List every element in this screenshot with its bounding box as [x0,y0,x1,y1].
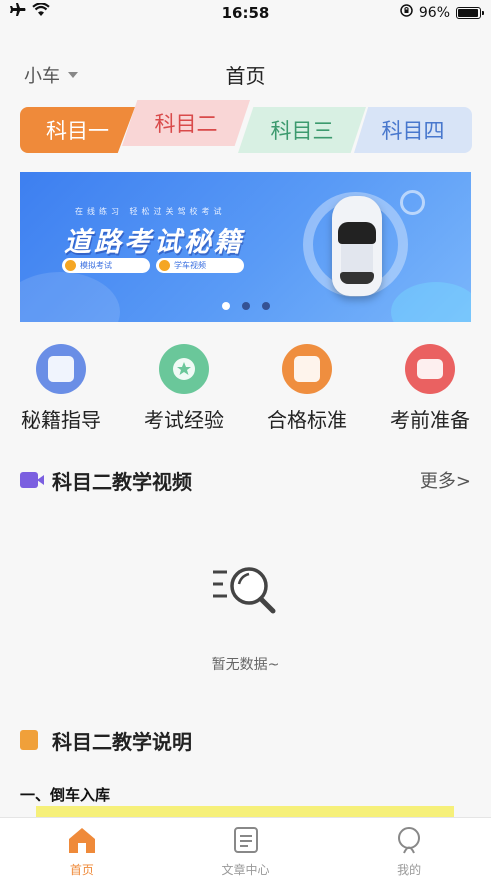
document-icon [20,730,38,750]
tab-subject-4[interactable]: 科目四 [354,107,472,153]
tab-mine[interactable]: 我的 [327,818,491,877]
quick-entry-tips[interactable]: 秘籍指导 [0,340,122,433]
tab-label: 科目四 [381,119,445,143]
more-link[interactable]: 更多> [420,467,471,493]
subject-tabs: 科目一 科目二 科目三 科目四 [20,100,472,155]
quick-entry-experience[interactable]: 考试经验 [123,340,245,433]
banner-pill-video: 学车视频 [156,258,244,273]
banner-subtitle: 在线练习 轻松过关驾校考试 [75,207,226,216]
section-title: 科目二教学说明 [52,729,192,754]
status-right: 96% [400,4,484,21]
carousel-dot[interactable] [241,302,250,310]
tab-label: 首页 [69,863,94,877]
quick-entry-label: 合格标准 [267,408,347,432]
empty-state: 暂无数据~ [0,560,491,674]
tab-home[interactable]: 首页 [0,818,164,877]
play-icon [159,260,170,271]
monitor-icon [405,344,455,394]
tab-label: 文章中心 [221,863,270,877]
tab-subject-2[interactable]: 科目二 [122,100,250,146]
quick-entry-label: 考前准备 [390,408,470,432]
quick-entry-label: 考试经验 [144,408,224,432]
guide-item-title: 一、倒车入库 [20,786,111,804]
banner-title: 道路考试秘籍 [64,227,244,258]
document-icon [282,344,332,394]
tab-label: 我的 [397,863,422,877]
page-title: 首页 [225,64,266,88]
banner-pill-mock-exam: 模拟考试 [62,258,150,273]
quick-entry-standard[interactable]: 合格标准 [246,340,368,433]
book-icon [36,344,86,394]
car-illustration [332,196,382,296]
tab-subject-3[interactable]: 科目三 [238,107,366,153]
empty-text: 暂无数据~ [211,657,280,673]
user-icon [398,827,421,854]
carousel-indicator [20,302,471,310]
tab-subject-1[interactable]: 科目一 [20,107,135,153]
orientation-lock-icon [400,4,413,21]
quick-entries: 秘籍指导 考试经验 合格标准 考前准备 [0,340,491,435]
quick-entry-preparation[interactable]: 考前准备 [369,340,491,433]
banner-ring [400,190,425,215]
location-icon [65,260,76,271]
battery-percent: 96% [418,4,450,21]
star-icon [159,344,209,394]
quick-entry-label: 秘籍指导 [21,408,101,432]
video-icon [20,472,44,488]
home-icon [68,828,95,853]
pill-label: 模拟考试 [80,261,112,270]
status-bar: 16:58 96% [0,0,491,26]
battery-icon [456,6,484,19]
tab-label: 科目一 [46,119,109,143]
pill-label: 学车视频 [174,261,206,270]
guide-section-header: 科目二教学说明 [20,725,471,755]
article-icon [233,827,258,853]
bottom-tab-bar: 首页 文章中心 我的 [0,817,491,877]
carousel-dot[interactable] [261,302,270,310]
video-section-header: 科目二教学视频 更多> [20,465,471,495]
header: 小车 首页 [0,54,491,94]
carousel-dot[interactable] [221,302,230,310]
search-empty-icon [212,567,275,614]
banner-decoration [20,272,120,322]
section-title: 科目二教学视频 [52,469,192,494]
tab-label: 科目二 [154,112,218,136]
promo-banner[interactable]: 在线练习 轻松过关驾校考试 道路考试秘籍 模拟考试 学车视频 [20,172,471,322]
tab-articles[interactable]: 文章中心 [164,818,328,877]
tab-label: 科目三 [270,119,334,143]
